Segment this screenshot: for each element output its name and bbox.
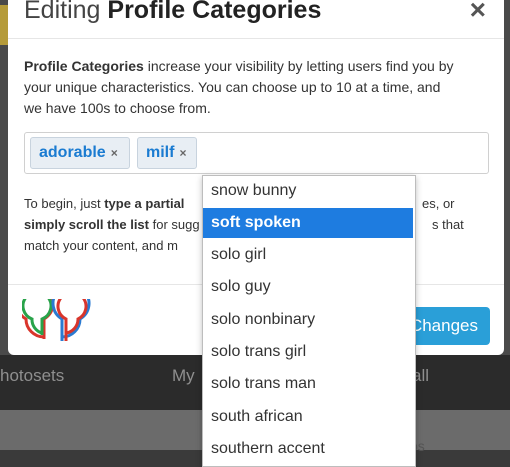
help-line: To begin, just type a partial bbox=[24, 193, 184, 214]
tag-chip: milf × bbox=[137, 137, 197, 169]
brand-logo-icon bbox=[22, 299, 91, 341]
category-suggestions-dropdown[interactable]: snow bunny soft spoken solo girl solo gu… bbox=[202, 175, 416, 467]
intro-bold: Profile Categories bbox=[24, 58, 144, 74]
help-line: simply scroll the list for sugg bbox=[24, 214, 200, 235]
modal-header: Editing Profile Categories × bbox=[8, 0, 504, 39]
tag-chip: adorable × bbox=[30, 137, 130, 169]
help-line-tail: s that bbox=[432, 217, 464, 232]
nav-item-photosets[interactable]: hotosets bbox=[0, 366, 64, 386]
tag-label: adorable bbox=[39, 144, 106, 161]
save-changes-button[interactable]: Changes bbox=[406, 307, 490, 345]
suggestion-item[interactable]: solo trans man bbox=[203, 369, 413, 399]
suggestion-item[interactable]: solo girl bbox=[203, 240, 413, 270]
remove-tag-icon[interactable]: × bbox=[111, 146, 118, 160]
modal-title-prefix: Editing bbox=[24, 0, 101, 24]
help-text-part: for sugg bbox=[149, 217, 200, 232]
intro-line3: we have 100s to choose from. bbox=[24, 100, 211, 116]
tag-label: milf bbox=[146, 144, 175, 161]
modal-title: Editing Profile Categories bbox=[24, 0, 321, 25]
remove-tag-icon[interactable]: × bbox=[179, 146, 186, 160]
intro-text: Profile Categories increase your visibil… bbox=[24, 56, 489, 119]
help-line: match your content, and m bbox=[24, 238, 178, 253]
suggestion-item[interactable]: solo guy bbox=[203, 272, 413, 302]
suggestion-item[interactable]: solo trans girl bbox=[203, 337, 413, 367]
intro-line2: your unique characteristics. You can cho… bbox=[24, 79, 441, 95]
background-edge bbox=[0, 5, 8, 45]
intro-rest: increase your visibility by letting user… bbox=[143, 58, 454, 74]
help-line-tail: es, or bbox=[422, 196, 455, 211]
close-icon[interactable]: × bbox=[470, 0, 486, 24]
help-text-bold: type a partial bbox=[104, 196, 185, 211]
category-tag-input[interactable]: adorable × milf × bbox=[24, 132, 489, 174]
suggestion-item[interactable]: southern accent bbox=[203, 434, 413, 464]
help-text-part: To begin, just bbox=[24, 196, 105, 211]
suggestion-item[interactable]: south african bbox=[203, 402, 413, 432]
nav-item-my[interactable]: My bbox=[172, 366, 195, 386]
help-text-bold: simply scroll the list bbox=[24, 217, 149, 232]
suggestion-item[interactable]: solo nonbinary bbox=[203, 305, 413, 335]
suggestion-item-selected[interactable]: soft spoken bbox=[203, 208, 413, 238]
modal-title-main: Profile Categories bbox=[107, 0, 322, 24]
suggestion-item[interactable]: snow bunny bbox=[203, 176, 413, 206]
